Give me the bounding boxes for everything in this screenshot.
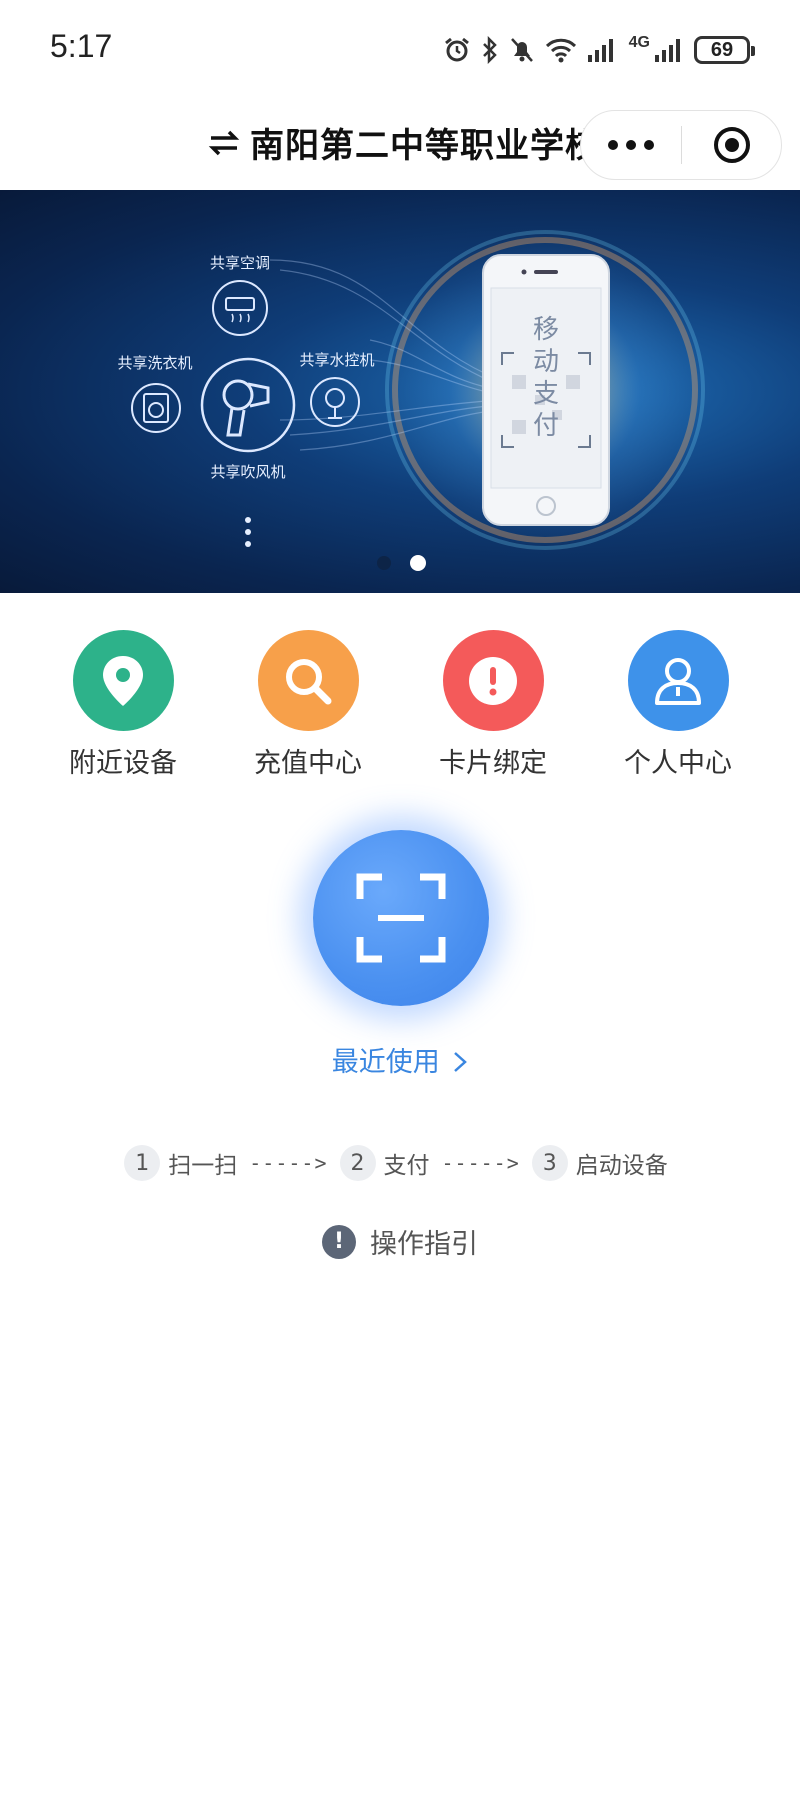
close-icon[interactable] (682, 125, 781, 165)
label-shared-washer: 共享洗衣机 (117, 354, 192, 372)
operation-guide-link[interactable]: ! 操作指引 (0, 1222, 800, 1261)
menu-card-binding[interactable]: 卡片绑定 (413, 630, 573, 780)
info-icon: ! (322, 1224, 356, 1259)
menu-label: 卡片绑定 (439, 748, 547, 779)
mute-icon (510, 38, 533, 62)
menu-personal-center[interactable]: 个人中心 (598, 630, 758, 780)
school-switcher[interactable]: 南阳第二中等职业学校 (208, 118, 600, 167)
wifi-icon (545, 38, 576, 63)
phone-text-4: 付 (533, 411, 559, 441)
usage-steps: 1 扫一扫 -----> 2 支付 -----> 3 启动设备 (0, 1145, 800, 1181)
step-number: 2 (339, 1145, 376, 1181)
mini-program-capsule (580, 110, 782, 180)
alarm-icon (444, 37, 469, 62)
step-text: 启动设备 (575, 1153, 668, 1179)
step-number: 3 (531, 1145, 568, 1181)
scan-icon (356, 873, 446, 963)
phone-illustration: 移 动 支 付 (482, 254, 610, 526)
recent-used-link[interactable]: 最近使用 (0, 1040, 800, 1079)
phone-text-3: 支 (533, 379, 559, 409)
label-shared-ac: 共享空调 (210, 254, 270, 272)
label-shared-dryer: 共享吹风机 (210, 463, 285, 481)
carousel-dot-1[interactable] (377, 556, 391, 570)
shared-water-icon (310, 377, 360, 427)
menu-label: 充值中心 (254, 748, 362, 779)
network-label: 4G (628, 34, 650, 51)
status-bar: 5:17 4G 69 (0, 0, 800, 100)
search-icon (257, 630, 359, 731)
menu-nearby-devices[interactable]: 附近设备 (43, 630, 203, 780)
menu-recharge-center[interactable]: 充值中心 (228, 630, 388, 780)
label-shared-water: 共享水控机 (299, 351, 374, 369)
location-icon (72, 630, 174, 731)
shared-washer-icon (131, 383, 181, 433)
signal-icon-2 (655, 39, 680, 62)
more-icon[interactable] (581, 110, 681, 180)
swap-icon (208, 130, 240, 155)
phone-text-1: 移 (533, 315, 559, 345)
shared-dryer-icon (200, 357, 296, 453)
signal-icon (587, 39, 613, 62)
main-menu: 附近设备 充值中心 卡片绑定 个人中心 (0, 630, 800, 780)
bluetooth-icon (482, 36, 497, 64)
shared-ac-icon (212, 280, 268, 336)
scan-button[interactable] (313, 830, 489, 1006)
carousel-dot-2-active[interactable] (410, 555, 426, 571)
chevron-right-icon (454, 1052, 468, 1072)
step-text: 支付 (383, 1153, 430, 1179)
banner-artwork: 共享空调 共享洗衣机 共享水控机 共享吹风机 移 动 支 付 (117, 230, 705, 571)
menu-label: 附近设备 (69, 748, 177, 779)
recent-used-label: 最近使用 (331, 1047, 440, 1078)
status-icons: 4G 69 (443, 30, 755, 70)
status-time: 5:17 (50, 28, 113, 64)
step-text: 扫一扫 (168, 1153, 238, 1179)
battery-indicator: 69 (694, 36, 755, 64)
step-arrow: -----> (441, 1151, 520, 1175)
vertical-dots-icon (245, 517, 251, 547)
alert-icon (442, 630, 544, 731)
step-arrow: -----> (249, 1151, 328, 1175)
nav-bar: 南阳第二中等职业学校 (0, 100, 800, 190)
operation-guide-label: 操作指引 (370, 1229, 478, 1260)
page-title: 南阳第二中等职业学校 (250, 126, 600, 166)
menu-label: 个人中心 (624, 748, 732, 779)
user-icon (627, 630, 729, 731)
step-number: 1 (124, 1145, 161, 1181)
phone-text-2: 动 (533, 347, 559, 377)
promo-banner[interactable]: 共享空调 共享洗衣机 共享水控机 共享吹风机 移 动 支 付 (0, 190, 800, 593)
